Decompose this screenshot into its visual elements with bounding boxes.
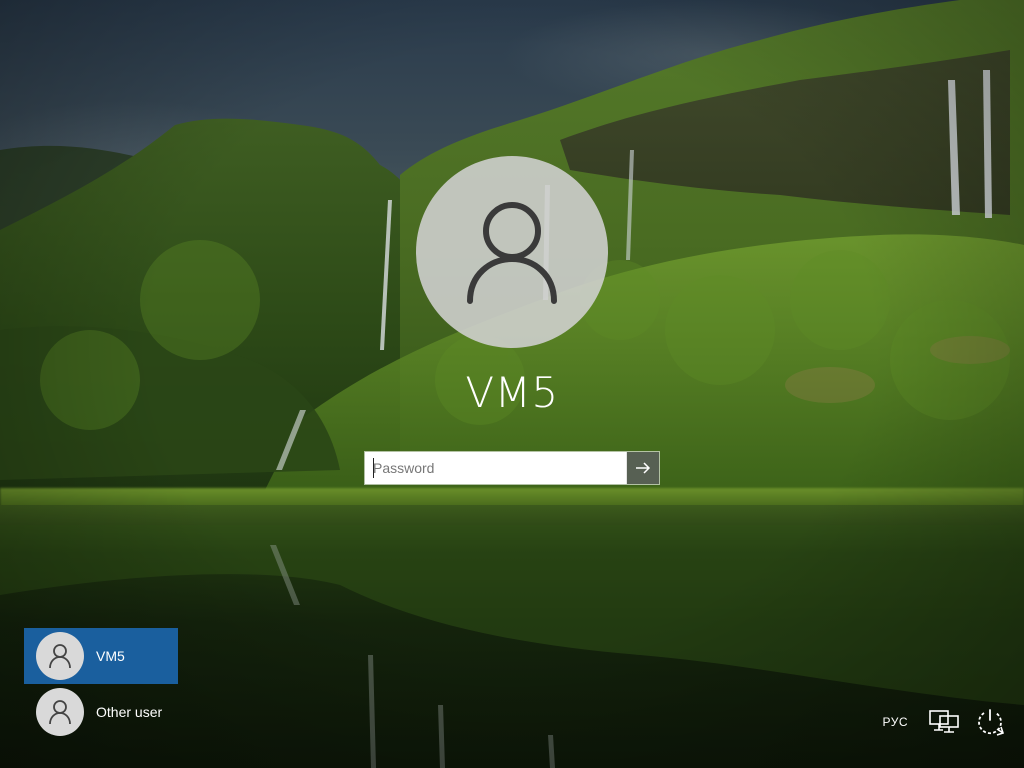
password-row (364, 451, 660, 485)
user-avatar-large (416, 156, 608, 348)
user-avatar-small (36, 688, 84, 736)
password-input[interactable] (365, 452, 627, 484)
user-avatar-small (36, 632, 84, 680)
login-username: VM5 (465, 368, 559, 417)
user-tile-label: VM5 (96, 648, 125, 664)
user-icon (467, 202, 557, 304)
user-list: VM5 Other user (24, 628, 178, 740)
submit-button[interactable] (627, 452, 659, 484)
language-indicator[interactable]: РУС (882, 715, 908, 729)
user-tile-label: Other user (96, 704, 163, 720)
user-icon (49, 700, 71, 725)
user-tile-vm5[interactable]: VM5 (24, 628, 178, 684)
user-icon (49, 644, 71, 669)
arrow-right-icon (636, 462, 651, 474)
text-caret (373, 458, 374, 478)
power-button[interactable] (974, 706, 1006, 738)
power-icon (978, 709, 1005, 736)
system-tray: РУС (856, 704, 1006, 740)
network-button[interactable] (928, 706, 960, 738)
network-icon (929, 710, 959, 733)
user-tile-other-user[interactable]: Other user (24, 684, 178, 740)
